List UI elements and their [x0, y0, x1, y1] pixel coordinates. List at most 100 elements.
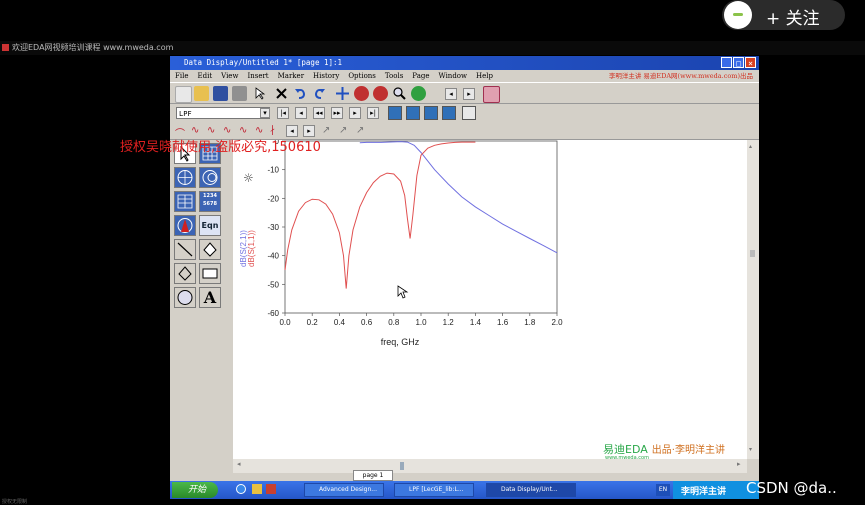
- x-axis-label: freq, GHz: [381, 337, 420, 347]
- polyline-tool-icon[interactable]: [199, 239, 221, 260]
- new-file-icon[interactable]: [175, 86, 192, 103]
- prev-page-icon[interactable]: ◂: [295, 107, 307, 119]
- zoom-all-icon[interactable]: [442, 106, 456, 120]
- zoom-out-icon[interactable]: [373, 86, 388, 101]
- menu-file[interactable]: File: [175, 72, 188, 80]
- rectangular-plot[interactable]: ☼0.0 0.2 0.4 0.6 0.8 1.0 1.2 1.4 1.6 1.8 2.00-10-2…: [233, 137, 747, 459]
- delete-icon[interactable]: [274, 86, 289, 101]
- app-icon: [2, 44, 9, 51]
- horizontal-scrollbar[interactable]: ◂ ▸: [233, 459, 747, 473]
- tray-text: 李明洋主讲: [681, 487, 727, 497]
- next-page-icon[interactable]: ▸: [349, 107, 361, 119]
- forward-icon[interactable]: ▸▸: [331, 107, 343, 119]
- close-button[interactable]: ×: [745, 57, 756, 68]
- x-tick-label: 1.4: [470, 318, 482, 327]
- hscrollbar-thumb[interactable]: [400, 462, 404, 470]
- marker-new-icon[interactable]: ∿: [239, 125, 247, 136]
- tool-line-icon[interactable]: ↗: [322, 125, 330, 136]
- marker-move-icon[interactable]: ∿: [255, 125, 263, 136]
- avatar: [724, 1, 752, 29]
- minimize-button[interactable]: _: [721, 57, 732, 68]
- task-data-display[interactable]: Data Display/Unt...: [486, 483, 576, 497]
- polygon-tool-icon[interactable]: [174, 263, 196, 284]
- menu-view[interactable]: View: [221, 72, 238, 80]
- refresh-icon[interactable]: [411, 86, 426, 101]
- series-line-s21: [359, 141, 558, 254]
- chevron-down-icon[interactable]: ▾: [260, 108, 270, 118]
- smith-chart-icon[interactable]: [199, 167, 221, 188]
- first-page-icon[interactable]: |◂: [277, 107, 289, 119]
- scrollbar-thumb[interactable]: [750, 250, 755, 257]
- pan-icon[interactable]: [335, 86, 350, 101]
- browser-icon[interactable]: [236, 484, 246, 494]
- pointer-icon[interactable]: [252, 86, 267, 101]
- last-page-icon[interactable]: ▸|: [367, 107, 379, 119]
- x-tick-label: 1.0: [415, 318, 427, 327]
- taskbar: 开始 Advanced Design... LPF [LecGE_lib:L..…: [170, 481, 759, 499]
- save-icon[interactable]: [213, 86, 228, 101]
- start-button[interactable]: 开始: [172, 482, 218, 498]
- print-icon[interactable]: [232, 86, 247, 101]
- open-folder-icon[interactable]: [194, 86, 209, 101]
- fit-view-icon[interactable]: [388, 106, 402, 120]
- circle-tool-icon[interactable]: [174, 287, 196, 308]
- language-indicator[interactable]: EN: [656, 484, 670, 496]
- scroll-right-icon[interactable]: ▸: [737, 460, 741, 468]
- scroll-down-icon[interactable]: ▾: [749, 446, 752, 453]
- scroll-up-icon[interactable]: ▴: [749, 143, 752, 150]
- x-tick-label: 0.0: [279, 318, 291, 327]
- task-lpf-schematic[interactable]: LPF [LecGE_lib:L...: [394, 483, 474, 497]
- next-icon[interactable]: ▸: [463, 88, 475, 100]
- menu-marker[interactable]: Marker: [278, 72, 304, 80]
- mouse-cursor-icon: [397, 284, 409, 303]
- x-tick-label: 0.4: [334, 318, 346, 327]
- menu-edit[interactable]: Edit: [197, 72, 212, 80]
- plot-frame: [284, 140, 558, 314]
- app-launcher-icon[interactable]: [266, 484, 276, 494]
- menu-page[interactable]: Page: [412, 72, 429, 80]
- menu-insert[interactable]: Insert: [247, 72, 268, 80]
- prev-icon[interactable]: ◂: [445, 88, 457, 100]
- magnifier-icon[interactable]: [392, 86, 407, 101]
- text-tool-button[interactable]: A: [199, 287, 221, 308]
- redo-icon[interactable]: [312, 86, 327, 101]
- plot-palette: 1234 5678 Eqn A: [170, 140, 226, 481]
- line-tool-icon[interactable]: [174, 239, 196, 260]
- marker-peak-icon[interactable]: ∿: [207, 125, 215, 136]
- page-select[interactable]: LPF: [176, 107, 270, 119]
- zoom-area-icon[interactable]: [406, 106, 420, 120]
- menu-tools[interactable]: Tools: [385, 72, 403, 80]
- zoom-in-icon[interactable]: [354, 86, 369, 101]
- tool-pen-icon[interactable]: ↗: [356, 125, 364, 136]
- undo-icon[interactable]: [293, 86, 308, 101]
- tool-arrow-icon[interactable]: ↗: [339, 125, 347, 136]
- legend-entry: dB(S(1,1)): [247, 230, 256, 267]
- rewind-icon[interactable]: ◂◂: [313, 107, 325, 119]
- scroll-left-icon[interactable]: ◂: [237, 460, 241, 468]
- maximize-button[interactable]: □: [733, 57, 744, 68]
- menu-options[interactable]: Options: [348, 72, 376, 80]
- page-tab[interactable]: page 1: [353, 470, 393, 481]
- menu-help[interactable]: Help: [476, 72, 493, 80]
- stacked-plot-icon[interactable]: [174, 191, 196, 212]
- vertical-scrollbar[interactable]: ▴ ▾: [747, 140, 759, 459]
- antenna-plot-icon[interactable]: [174, 215, 196, 236]
- plot-canvas[interactable]: ☼ 0.0 0.2 0.4 0.6 0.8 1.0 1.2 1.4 1.6 1.8 2.0 0 -10 -2…: [233, 137, 747, 459]
- polar-plot-icon[interactable]: [174, 167, 196, 188]
- window-titlebar[interactable]: Data Display/Untitled 1* [page 1]:1 _ □ …: [170, 56, 759, 70]
- follow-button[interactable]: + 关注: [722, 0, 845, 30]
- folder-icon[interactable]: [252, 484, 262, 494]
- task-advanced-design[interactable]: Advanced Design...: [304, 483, 384, 497]
- menu-history[interactable]: History: [313, 72, 339, 80]
- page-setup-icon[interactable]: [462, 106, 476, 120]
- stop-icon[interactable]: [483, 86, 500, 103]
- equation-button[interactable]: Eqn: [199, 215, 221, 236]
- marker-delete-icon[interactable]: ∤: [270, 125, 275, 136]
- marker-valley-icon[interactable]: ∿: [191, 125, 199, 136]
- menu-window[interactable]: Window: [439, 72, 468, 80]
- rectangle-tool-icon[interactable]: [199, 263, 221, 284]
- desktop-footer-text: 授权无限制: [2, 499, 28, 505]
- marker-delta-icon[interactable]: ∿: [223, 125, 231, 136]
- zoom-page-icon[interactable]: [424, 106, 438, 120]
- list-table-icon[interactable]: 1234 5678: [199, 191, 221, 212]
